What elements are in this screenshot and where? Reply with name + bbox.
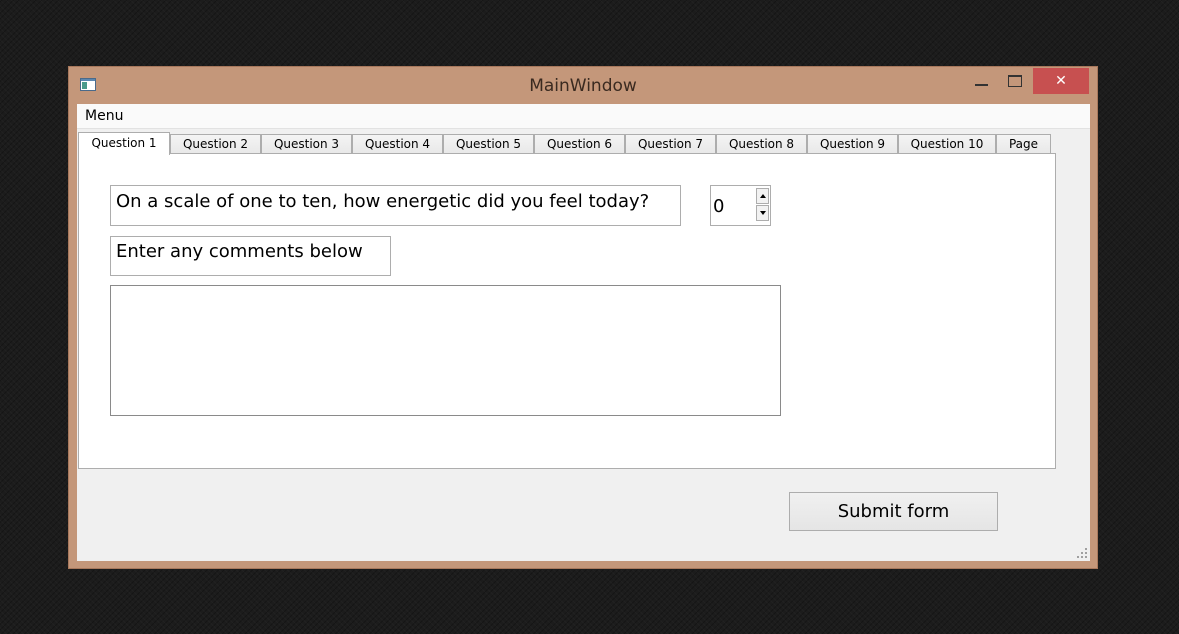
maximize-button[interactable]: [1001, 68, 1027, 94]
tab-question-7[interactable]: Question 7: [625, 134, 716, 154]
minimize-button[interactable]: [969, 68, 995, 94]
tab-question-3[interactable]: Question 3: [261, 134, 352, 154]
client-area: Menu Question 1 Question 2 Question 3 Qu…: [77, 104, 1090, 561]
tab-question-5[interactable]: Question 5: [443, 134, 534, 154]
title-bar[interactable]: MainWindow ✕: [69, 67, 1097, 105]
menu-item-menu[interactable]: Menu: [85, 108, 123, 124]
tab-question-2[interactable]: Question 2: [170, 134, 261, 154]
spin-up-icon[interactable]: [756, 188, 769, 204]
resize-grip-icon[interactable]: [1076, 547, 1087, 558]
main-window: MainWindow ✕ Menu Question 1 Question 2 …: [68, 66, 1098, 569]
spin-down-icon[interactable]: [756, 205, 769, 221]
tab-question-10[interactable]: Question 10: [898, 134, 996, 154]
rating-spinbox[interactable]: 0: [710, 185, 771, 226]
close-button[interactable]: ✕: [1033, 68, 1089, 94]
tab-question-6[interactable]: Question 6: [534, 134, 625, 154]
rating-value[interactable]: 0: [713, 196, 724, 217]
tab-question-1[interactable]: Question 1: [78, 132, 170, 155]
tab-question-9[interactable]: Question 9: [807, 134, 898, 154]
submit-button[interactable]: Submit form: [789, 492, 998, 531]
comments-label: Enter any comments below: [110, 236, 391, 276]
comments-textarea[interactable]: [110, 285, 781, 416]
window-title: MainWindow: [529, 76, 637, 96]
tab-question-4[interactable]: Question 4: [352, 134, 443, 154]
tab-page[interactable]: Page: [996, 134, 1051, 154]
question-label: On a scale of one to ten, how energetic …: [110, 185, 681, 226]
tab-panel: On a scale of one to ten, how energetic …: [78, 153, 1056, 469]
tab-question-8[interactable]: Question 8: [716, 134, 807, 154]
menu-bar: Menu: [77, 104, 1090, 129]
